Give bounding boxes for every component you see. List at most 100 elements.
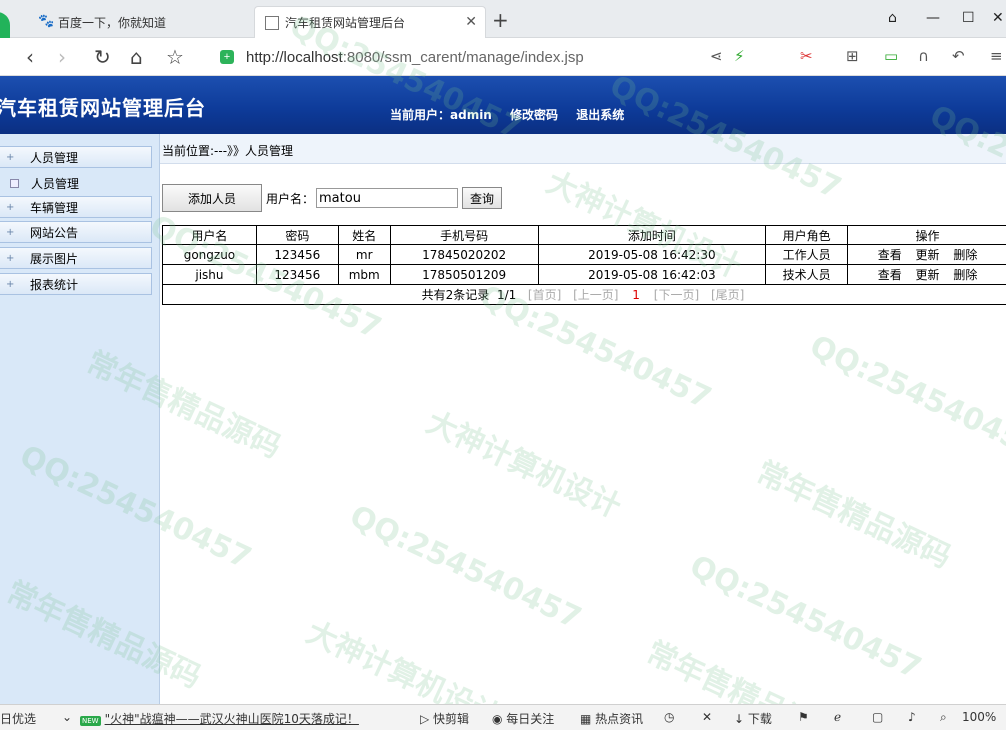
view-link[interactable]: 查看: [878, 268, 902, 282]
volume-icon[interactable]: ♪: [908, 710, 916, 724]
status-left[interactable]: 日优选: [0, 710, 36, 727]
view-link[interactable]: 查看: [878, 248, 902, 262]
change-password-link[interactable]: 修改密码: [510, 108, 558, 122]
pagination: 共有2条记录 1/1 [首页] [上一页] 1 [下一页] [尾页]: [162, 284, 1006, 305]
search-label: 用户名：: [266, 191, 315, 206]
column-header: 操作: [847, 225, 1006, 245]
next-page-link[interactable]: [下一页]: [654, 288, 699, 302]
url-host: http://localhost: [246, 48, 343, 66]
app-header: 汽车租赁网站管理后台 当前用户：admin 修改密码 退出系统: [0, 76, 1006, 134]
forward-icon[interactable]: ›: [58, 45, 66, 69]
sidebar-item-vehicles[interactable]: + 车辆管理: [0, 196, 152, 218]
first-page-link[interactable]: [首页]: [528, 288, 561, 302]
expand-icon: +: [6, 151, 15, 163]
table-header-row: 用户名 密码 姓名 手机号码 添加时间 用户角色 操作: [162, 225, 1006, 245]
url-field[interactable]: + http://localhost:8080/ssm_carent/manag…: [220, 46, 700, 68]
tools-icon[interactable]: ✕: [702, 710, 712, 724]
column-header: 用户角色: [765, 225, 849, 245]
cell-operations: 查看 更新 删除: [847, 264, 1006, 285]
cell-role: 技术人员: [765, 264, 849, 285]
cell-operations: 查看 更新 删除: [847, 244, 1006, 265]
sidebar-item-label: 网站公告: [30, 225, 79, 240]
maximize-icon[interactable]: ☐: [962, 10, 975, 26]
cell-username: gongzuo: [162, 244, 257, 265]
logout-link[interactable]: 退出系统: [576, 108, 624, 122]
node-icon: [10, 179, 19, 188]
zoom-level[interactable]: 100%: [962, 710, 996, 724]
chevron-down-icon[interactable]: ⌄: [62, 710, 72, 724]
cell-name: mr: [337, 244, 391, 265]
new-badge-icon: NEW: [80, 716, 101, 726]
delete-link[interactable]: 删除: [953, 248, 977, 262]
status-item-quick-edit[interactable]: ▷ 快剪辑: [420, 710, 469, 727]
new-tab-icon[interactable]: +: [492, 8, 509, 32]
user-table: 用户名 密码 姓名 手机号码 添加时间 用户角色 操作 gongzuo 1234…: [162, 225, 1006, 305]
table-row: gongzuo 123456 mr 17845020202 2019-05-08…: [162, 244, 1006, 265]
tab-baidu[interactable]: 🐾 百度一下，你就知道: [28, 6, 250, 38]
cell-phone: 17845020202: [389, 244, 539, 265]
scissors-icon[interactable]: ✂: [800, 47, 813, 65]
speed-icon[interactable]: ◷: [664, 710, 674, 724]
column-header: 姓名: [337, 225, 391, 245]
tab-admin[interactable]: 汽车租赁网站管理后台 ✕: [254, 6, 486, 38]
zoom-icon[interactable]: ⌕: [940, 710, 947, 725]
share-icon[interactable]: ⋖: [710, 47, 723, 65]
app-title: 汽车租赁网站管理后台: [0, 96, 206, 120]
sidebar-item-images[interactable]: + 展示图片: [0, 247, 152, 269]
minimize-icon[interactable]: —: [926, 10, 940, 26]
update-link[interactable]: 更新: [916, 248, 940, 262]
refresh-icon[interactable]: ↻: [94, 45, 111, 69]
star-icon[interactable]: ☆: [166, 45, 184, 69]
cell-role: 工作人员: [765, 244, 849, 265]
username-search-input[interactable]: [316, 188, 459, 208]
expand-icon: +: [6, 201, 15, 213]
battery-icon[interactable]: ▭: [884, 47, 898, 65]
browser-icon[interactable]: ℯ: [834, 710, 841, 724]
column-header: 密码: [255, 225, 339, 245]
sidebar: + 人员管理 人员管理 + 车辆管理 + 网站公告 + 展示图片 + 报表统计: [0, 134, 160, 704]
column-header: 用户名: [162, 225, 257, 245]
table-row: jishu 123456 mbm 17850501209 2019-05-08 …: [162, 264, 1006, 285]
apps-icon[interactable]: ⊞: [846, 47, 859, 65]
last-page-link[interactable]: [尾页]: [711, 288, 744, 302]
menu-icon[interactable]: ≡: [990, 47, 1003, 65]
sidebar-item-announcements[interactable]: + 网站公告: [0, 221, 152, 243]
back-icon[interactable]: ‹: [26, 45, 34, 69]
column-header: 手机号码: [389, 225, 539, 245]
document-icon: [265, 15, 279, 30]
cell-password: 123456: [255, 264, 339, 285]
paw-icon: 🐾: [38, 14, 55, 29]
close-icon[interactable]: ✕: [465, 14, 477, 30]
page-indicator: 1/1: [496, 288, 517, 302]
lightning-icon[interactable]: ⚡: [734, 47, 745, 65]
add-user-button[interactable]: 添加人员: [162, 184, 262, 212]
delete-link[interactable]: 删除: [953, 268, 977, 282]
pagination-row: 共有2条记录 1/1 [首页] [上一页] 1 [下一页] [尾页]: [162, 284, 1006, 305]
url-path: :8080/ssm_carent/manage/index.jsp: [342, 48, 584, 66]
flag-icon[interactable]: ⚑: [798, 710, 809, 724]
status-item-label: 热点资讯: [595, 712, 644, 726]
sidebar-item-reports[interactable]: + 报表统计: [0, 273, 152, 295]
window-icon[interactable]: ▢: [872, 710, 883, 724]
home-icon[interactable]: ⌂: [130, 45, 143, 69]
news-item[interactable]: NEW "火神"战瘟神——武汉火神山医院10天落成记！: [80, 710, 359, 727]
expand-icon: +: [6, 226, 15, 238]
update-link[interactable]: 更新: [916, 268, 940, 282]
main-content: 当前位置:---》》人员管理 添加人员 用户名： 查询 用户名 密码 姓名 手机…: [160, 134, 1006, 704]
headphones-icon[interactable]: ∩: [918, 47, 929, 65]
status-item-daily[interactable]: ◉ 每日关注: [492, 710, 554, 727]
undo-icon[interactable]: ↶: [952, 47, 965, 65]
cell-added-time: 2019-05-08 16:42:30: [537, 244, 767, 265]
sidebar-subitem-user-management[interactable]: 人员管理: [10, 175, 79, 192]
tab-label: 百度一下，你就知道: [58, 15, 167, 30]
prev-page-link[interactable]: [上一页]: [573, 288, 618, 302]
expand-icon: +: [6, 278, 15, 290]
secure-icon: +: [220, 50, 234, 64]
shirt-icon[interactable]: ⌂: [888, 10, 897, 26]
close-window-icon[interactable]: ✕: [992, 10, 1004, 26]
status-item-hot-news[interactable]: ▦ 热点资讯: [580, 710, 643, 727]
news-text: "火神"战瘟神——武汉火神山医院10天落成记！: [104, 712, 359, 726]
sidebar-item-user-management[interactable]: + 人员管理: [0, 146, 152, 168]
status-item-download[interactable]: ↓ 下载: [734, 710, 772, 727]
search-button[interactable]: 查询: [462, 187, 503, 209]
